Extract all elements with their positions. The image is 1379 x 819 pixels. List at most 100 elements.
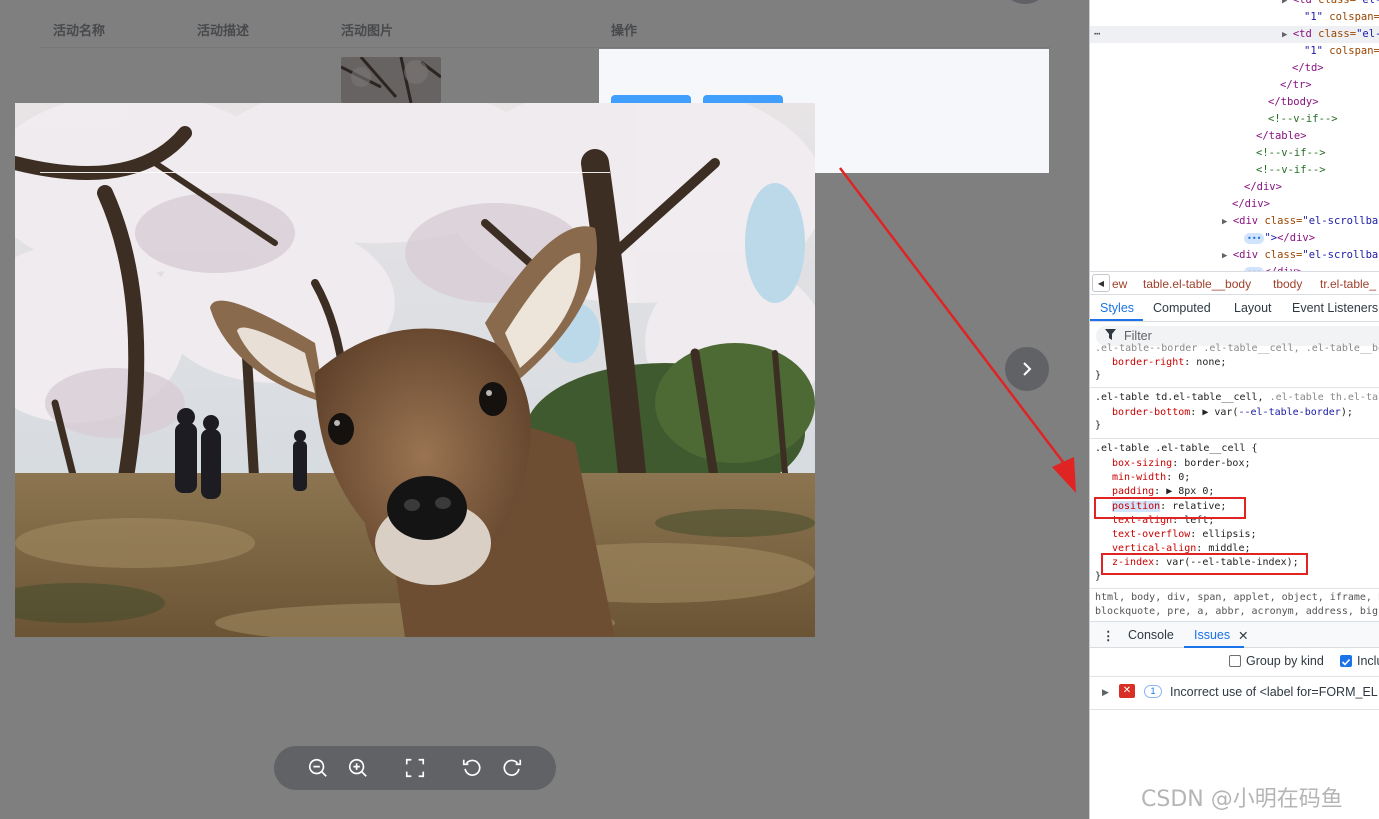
style-declaration[interactable]: min-width: 0; — [1112, 471, 1190, 485]
dom-token: </table> — [1256, 130, 1307, 142]
dom-node-line[interactable]: </div> — [1090, 179, 1379, 196]
issue-count-badge: 1 — [1144, 685, 1162, 698]
css-property-name: padding — [1112, 486, 1155, 498]
drawer-tab-bar: ⋮ Console Issues ✕ — [1090, 621, 1379, 648]
style-declaration[interactable]: border-right: none; — [1112, 356, 1226, 370]
dom-node-line[interactable]: <!--v-if--> — [1090, 162, 1379, 179]
breadcrumb-scroll-left-button[interactable]: ◀ — [1092, 274, 1110, 292]
preview-image[interactable] — [15, 103, 815, 637]
breadcrumb-item[interactable]: tr.el-table_ — [1320, 277, 1376, 291]
dom-token: <td — [1292, 28, 1319, 40]
dom-token: "el-scrollbar — [1302, 215, 1379, 227]
dom-node-line[interactable]: <!--v-if--> — [1090, 111, 1379, 128]
dom-token: <div — [1232, 215, 1265, 227]
expand-triangle-icon[interactable]: ▶ — [1102, 687, 1109, 698]
dom-token: colspan= — [1329, 11, 1379, 23]
error-icon: ✕ — [1119, 684, 1135, 698]
tab-event-listeners[interactable]: Event Listeners — [1292, 301, 1378, 315]
dom-node-line[interactable]: </td> — [1090, 60, 1379, 77]
screenshot-root: 活动名称 活动描述 活动图片 操作 编辑 删除 — [0, 0, 1379, 819]
css-property-value: 0; — [1178, 472, 1191, 484]
dom-node-line[interactable]: </div> — [1090, 196, 1379, 213]
css-separator: : — [1154, 486, 1167, 498]
tab-styles[interactable]: Styles — [1100, 301, 1134, 315]
dom-node-line[interactable]: <!--v-if--> — [1090, 145, 1379, 162]
expand-triangle-icon[interactable]: ▶ — [1222, 251, 1233, 261]
tab-console[interactable]: Console — [1128, 628, 1174, 642]
zoom-out-icon[interactable] — [306, 756, 330, 780]
css-separator: : — [1190, 529, 1203, 540]
css-separator: : — [1166, 472, 1179, 484]
group-by-kind-label: Group by kind — [1246, 654, 1324, 668]
issue-text: Incorrect use of <label for=FORM_EL — [1170, 685, 1378, 699]
dom-token: class= — [1318, 0, 1357, 6]
dom-node-line[interactable]: ▶ <div class="el-scrollbar — [1090, 213, 1379, 230]
dom-token: </tbody> — [1268, 96, 1319, 108]
dom-token: </tr> — [1280, 79, 1312, 91]
breadcrumb-item[interactable]: tbody — [1273, 277, 1302, 291]
dom-node-line[interactable]: </tbody> — [1090, 94, 1379, 111]
dom-node-line[interactable]: "1" colspan="1 — [1090, 43, 1379, 60]
active-tab-underline — [1184, 646, 1244, 648]
close-icon[interactable]: ✕ — [1238, 628, 1248, 643]
devtools-panel: ▶ <td class="el-"1" colspan="1⋯▶ <td cla… — [1089, 0, 1379, 819]
style-rule-selector[interactable]: .el-table td.el-table__cell, .el-table t… — [1095, 391, 1379, 405]
full-screen-icon[interactable] — [403, 756, 427, 780]
dom-node-line[interactable]: ••• "></div> — [1090, 230, 1379, 247]
dom-node-line[interactable]: ⋯ ▶ <td class="el- — [1090, 26, 1379, 43]
expand-triangle-icon[interactable]: ▶ — [1222, 217, 1233, 227]
inherited-selector: blockquote, pre, a, abbr, acronym, addre… — [1095, 606, 1379, 617]
highlight-box-position — [1094, 497, 1246, 519]
zoom-in-icon[interactable] — [346, 756, 370, 780]
rotate-right-icon[interactable] — [500, 756, 524, 780]
group-by-kind-checkbox[interactable] — [1229, 655, 1241, 667]
dom-token: <!--v-if--> — [1256, 164, 1326, 176]
dom-token: </td> — [1292, 62, 1324, 74]
styles-tab-bar: Styles Computed Layout Event Listeners — [1090, 296, 1379, 322]
tab-layout[interactable]: Layout — [1234, 301, 1272, 315]
dom-token: <td — [1292, 0, 1319, 6]
viewer-toolbar — [274, 746, 556, 790]
dom-node-line[interactable]: </tr> — [1090, 77, 1379, 94]
dom-token: class= — [1264, 215, 1303, 227]
highlight-box-z-index — [1101, 553, 1308, 575]
tab-issues[interactable]: Issues — [1194, 628, 1230, 642]
row-divider — [40, 172, 610, 173]
dom-node-line[interactable]: ▶ <td class="el- — [1090, 0, 1379, 9]
dom-token: "1" — [1304, 45, 1330, 57]
drawer-menu-icon[interactable]: ⋮ — [1102, 628, 1115, 643]
breadcrumb-item[interactable]: table.el-table__body — [1143, 277, 1251, 291]
dom-token: class= — [1318, 28, 1357, 40]
dom-token: <div — [1232, 249, 1265, 261]
dom-token: </div> — [1277, 232, 1316, 244]
viewer-next-button[interactable] — [1005, 347, 1049, 391]
style-rule-selector[interactable]: .el-table .el-table__cell { — [1095, 442, 1258, 456]
style-declaration[interactable]: border-bottom: ▶ var(--el-table-border); — [1112, 406, 1353, 420]
breadcrumb: ◀ ew table.el-table__body tbody tr.el-ta… — [1090, 271, 1379, 295]
breadcrumb-item[interactable]: ew — [1112, 277, 1127, 291]
collapsed-children-icon[interactable]: ••• — [1244, 233, 1265, 244]
dom-token: colspan= — [1329, 45, 1379, 57]
more-options-icon[interactable]: ⋯ — [1094, 26, 1100, 43]
style-declaration[interactable]: box-sizing: border-box; — [1112, 457, 1251, 471]
expand-triangle-icon[interactable]: ▶ — [1282, 30, 1293, 40]
dom-token: </div> — [1232, 198, 1270, 210]
dom-node-line[interactable]: </table> — [1090, 128, 1379, 145]
dom-token: <!--v-if--> — [1256, 147, 1326, 159]
style-declaration[interactable]: text-overflow: ellipsis; — [1112, 528, 1257, 542]
issue-item[interactable]: ▶ ✕ 1 Incorrect use of <label for=FORM_E… — [1090, 676, 1379, 710]
dom-token: </div> — [1244, 181, 1282, 193]
expand-triangle-icon[interactable]: ▶ — [1282, 0, 1293, 6]
rule-truncated-selector: .el-table--border .el-table__cell, .el-t… — [1095, 343, 1379, 354]
include-third-party-checkbox[interactable] — [1340, 655, 1352, 667]
dom-node-line[interactable]: ▶ <div class="el-scrollbar — [1090, 247, 1379, 264]
filter-placeholder: Filter — [1124, 329, 1152, 343]
css-property-value: border-box; — [1184, 458, 1251, 469]
dom-token: "el- — [1356, 28, 1379, 40]
css-property-name: text-overflow — [1112, 529, 1191, 540]
dom-node-line[interactable]: "1" colspan="1 — [1090, 9, 1379, 26]
rotate-left-icon[interactable] — [460, 756, 484, 780]
chevron-right-icon — [1023, 362, 1032, 376]
issues-toolbar: Group by kind Inclu — [1090, 649, 1379, 675]
tab-computed[interactable]: Computed — [1153, 301, 1211, 315]
